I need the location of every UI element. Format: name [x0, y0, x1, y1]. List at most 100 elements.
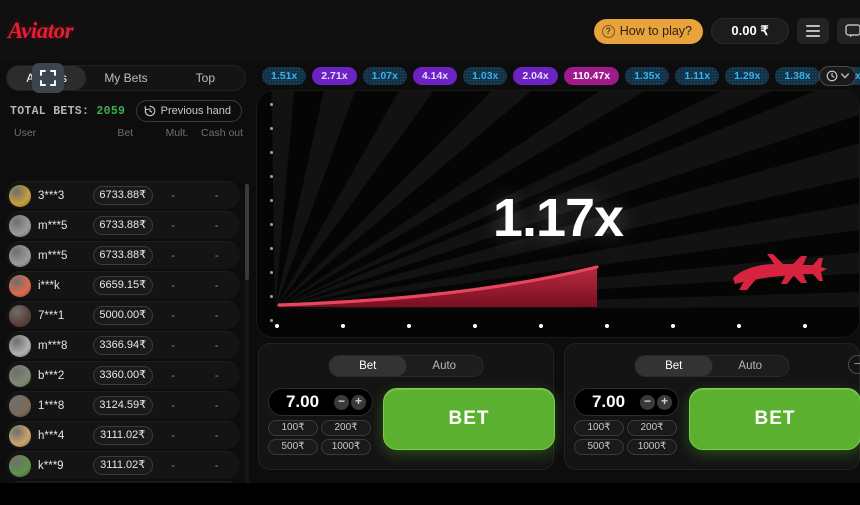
history-multiplier-pill[interactable]: 1.51x — [262, 67, 307, 85]
avatar — [9, 184, 31, 207]
bet-amount: 3111.02₹ — [92, 426, 153, 445]
history-multiplier-pill[interactable]: 2.04x — [513, 67, 558, 85]
quick-amount-chip[interactable]: 100₹ — [268, 420, 318, 436]
table-row[interactable]: i***k 6659.15₹ - - — [6, 271, 240, 299]
table-row[interactable]: b***2 3360.00₹ - - — [6, 361, 240, 389]
bets-sidebar: All Bets My Bets Top TOTAL BETS: 2059 — [0, 62, 252, 505]
avatar — [9, 244, 31, 267]
quick-amount-chip[interactable]: 1000₹ — [627, 439, 677, 455]
bet-username: i***k — [38, 279, 60, 292]
how-to-play-button[interactable]: ? How to play? — [593, 18, 703, 44]
table-row[interactable]: h***4 3111.02₹ - - — [6, 421, 240, 449]
bet-multiplier: - — [171, 339, 175, 352]
place-bet-button[interactable]: BET — [383, 388, 555, 450]
history-toggle-button[interactable] — [819, 66, 856, 86]
bet-multiplier: - — [171, 189, 175, 202]
question-mark-icon: ? — [601, 24, 615, 38]
bet-multiplier: - — [171, 429, 175, 442]
history-multiplier-pill[interactable]: 1.03x — [463, 67, 508, 85]
table-row[interactable]: k***9 3111.02₹ - - — [6, 451, 240, 479]
chat-icon[interactable] — [837, 18, 860, 44]
clock-history-icon — [826, 70, 838, 82]
table-row[interactable]: 3***3 6733.88₹ - - — [6, 181, 240, 209]
bet-username: 7***1 — [38, 309, 65, 322]
tab-bet[interactable]: Bet — [635, 356, 712, 376]
bets-scrollbar[interactable] — [245, 184, 249, 505]
bet-username: b***2 — [38, 369, 65, 382]
avatar — [9, 364, 31, 387]
increment-button[interactable]: + — [657, 394, 672, 410]
bet-amount-column: 7.00− +100₹ 200₹ 500₹ 1000₹ — [268, 388, 373, 455]
bet-amount-input[interactable]: 7.00− + — [268, 388, 373, 416]
history-multiplier-pill[interactable]: 1.38x — [775, 67, 820, 85]
place-bet-button[interactable]: BET — [689, 388, 860, 450]
scrollbar-thumb[interactable] — [245, 184, 249, 280]
bet-username: m***5 — [38, 249, 68, 262]
bet-multiplier: - — [171, 249, 175, 262]
bet-mode-toggle: Bet Auto — [328, 355, 484, 377]
quick-amount-chip[interactable]: 500₹ — [574, 439, 624, 455]
bet-amount: 3111.02₹ — [92, 456, 153, 475]
quick-amount-chip[interactable]: 200₹ — [627, 420, 677, 436]
table-row[interactable]: m***5 6733.88₹ - - — [6, 241, 240, 269]
bet-cashout: - — [214, 429, 219, 442]
quick-amounts: 100₹ 200₹ 500₹ 1000₹ — [268, 420, 373, 455]
bet-cashout: - — [214, 369, 219, 382]
history-multiplier-pill[interactable]: 2.71x — [312, 67, 357, 85]
bet-amount-value: 7.00 — [285, 392, 320, 411]
bet-cashout: - — [214, 309, 219, 322]
bet-username: h***4 — [38, 429, 65, 442]
table-row[interactable]: 1***8 3124.59₹ - - — [6, 391, 240, 419]
bet-amount: 3360.00₹ — [92, 366, 153, 385]
history-multiplier-pill[interactable]: 1.29x — [725, 67, 770, 85]
bet-amount: 6733.88₹ — [92, 186, 153, 205]
history-multiplier-pill[interactable]: 1.07x — [362, 67, 407, 85]
bet-cashout: - — [214, 249, 219, 262]
bet-amount: 6659.15₹ — [92, 276, 153, 295]
bet-multiplier: - — [171, 399, 175, 412]
increment-button[interactable]: + — [351, 394, 366, 410]
bet-username: m***8 — [38, 339, 68, 352]
tab-auto[interactable]: Auto — [712, 356, 789, 376]
chevron-down-icon — [841, 73, 849, 79]
avatar — [9, 214, 31, 237]
hamburger-menu-icon[interactable] — [797, 18, 829, 44]
previous-hand-button[interactable]: Previous hand — [135, 100, 242, 122]
decrement-button[interactable]: − — [640, 394, 655, 410]
bet-username: k***9 — [38, 459, 64, 472]
history-multiplier-pill[interactable]: 1.11x — [675, 67, 720, 85]
avatar — [9, 454, 31, 477]
bet-username: 1***8 — [38, 399, 65, 412]
bet-amount-input[interactable]: 7.00− + — [574, 388, 679, 416]
multiplier-history-bar[interactable]: 1.51x 2.71x 1.07x 4.14x 1.03x 2.04x 110.47x 1.3… — [256, 62, 860, 90]
quick-amount-chip[interactable]: 100₹ — [574, 420, 624, 436]
decrement-button[interactable]: − — [334, 394, 349, 410]
history-multiplier-pill[interactable]: 1.35x — [625, 67, 670, 85]
quick-amounts: 100₹ 200₹ 500₹ 1000₹ — [574, 420, 679, 455]
sidebar-tab-my-bets[interactable]: My Bets — [86, 66, 165, 90]
bet-multiplier: - — [171, 459, 175, 472]
bet-amount: 6733.88₹ — [92, 246, 153, 265]
fullscreen-expand-icon[interactable] — [32, 63, 64, 93]
sidebar-tab-top[interactable]: Top — [166, 66, 245, 90]
avatar — [9, 334, 31, 357]
remove-panel-button[interactable]: − — [848, 355, 860, 374]
history-multiplier-pill[interactable]: 110.47x — [563, 67, 620, 85]
tab-auto[interactable]: Auto — [406, 356, 483, 376]
quick-amount-chip[interactable]: 1000₹ — [321, 439, 371, 455]
quick-amount-chip[interactable]: 200₹ — [321, 420, 371, 436]
aviator-game-app: Aviator ? How to play? 0.00 ₹ All Bets — [0, 0, 860, 505]
bottom-bar — [0, 483, 860, 505]
table-row[interactable]: m***8 3366.94₹ - - — [6, 331, 240, 359]
bets-tabs: All Bets My Bets Top — [6, 63, 246, 93]
bets-list[interactable]: 3***3 6733.88₹ - - m***5 6733.88₹ - - m***5 6733.… — [0, 181, 252, 505]
avatar — [9, 274, 31, 297]
quick-amount-chip[interactable]: 500₹ — [268, 439, 318, 455]
history-multiplier-pill[interactable]: 4.14x — [412, 67, 458, 85]
game-canvas: 1.17x — [256, 90, 860, 338]
table-row[interactable]: m***5 6733.88₹ - - — [6, 211, 240, 239]
table-row[interactable]: 7***1 5000.00₹ - - — [6, 301, 240, 329]
header-actions: ? How to play? 0.00 ₹ — [593, 18, 860, 44]
tab-bet[interactable]: Bet — [329, 356, 406, 376]
balance-display: 0.00 ₹ — [711, 18, 789, 44]
